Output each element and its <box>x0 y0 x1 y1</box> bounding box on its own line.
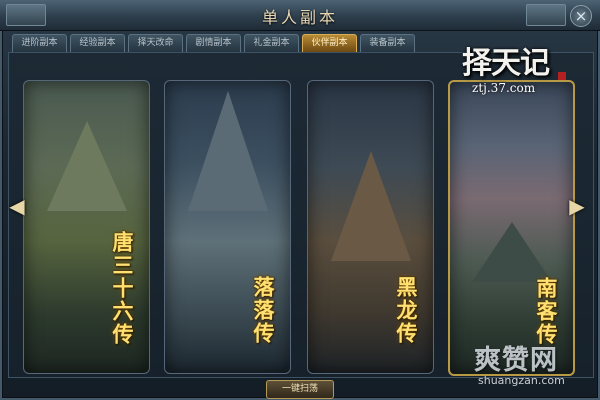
logo-url: ztj.37.com <box>472 81 536 95</box>
dungeon-card-luoluo[interactable]: 落落传 <box>164 80 291 374</box>
tab-equipment-dungeon[interactable]: 装备副本 <box>360 34 415 52</box>
tab-gift-dungeon[interactable]: 礼金副本 <box>244 34 299 52</box>
scene-peak <box>46 121 127 211</box>
dungeon-card-nanke[interactable]: 南客传 <box>448 80 575 376</box>
window-title: 单人副本 <box>261 8 338 27</box>
game-logo: 择天记 ztj.37.com <box>456 34 596 104</box>
tab-bar: 进阶副本 经验副本 择天改命 剧情副本 礼金副本 伙伴副本 装备副本 <box>12 34 415 52</box>
dungeon-card-title: 黑龙传 <box>394 276 418 345</box>
tab-story-dungeon[interactable]: 剧情副本 <box>186 34 241 52</box>
close-button[interactable]: × <box>570 5 592 27</box>
watermark-text: 爽赞网 <box>474 345 558 376</box>
chevron-right-icon[interactable]: ▶ <box>569 195 585 217</box>
scene-cliff <box>471 222 552 282</box>
dungeon-card-heilong[interactable]: 黑龙传 <box>307 80 434 374</box>
dungeon-card-title: 落落传 <box>251 276 275 345</box>
chevron-left-icon[interactable]: ◀ <box>9 195 25 217</box>
tab-advanced-dungeon[interactable]: 进阶副本 <box>12 34 67 52</box>
title-ornament-right <box>526 4 566 26</box>
dungeon-window: 单人副本 × 进阶副本 经验副本 择天改命 剧情副本 礼金副本 伙伴副本 装备副… <box>0 0 600 400</box>
dungeon-card-tang[interactable]: 唐三十六传 <box>23 80 150 374</box>
logo-seal-icon <box>558 72 566 80</box>
dungeon-card-title: 南客传 <box>534 277 558 346</box>
dungeon-card-title: 唐三十六传 <box>110 231 134 346</box>
scene-rock <box>330 151 411 261</box>
tab-partner-dungeon[interactable]: 伙伴副本 <box>302 34 357 52</box>
watermark-url: shuangzan.com <box>478 374 565 387</box>
tab-fate-dungeon[interactable]: 择天改命 <box>128 34 183 52</box>
logo-text: 择天记 <box>462 46 550 81</box>
scene-peak <box>187 91 268 211</box>
tab-exp-dungeon[interactable]: 经验副本 <box>70 34 125 52</box>
site-watermark: 爽赞网 shuangzan.com <box>470 338 598 398</box>
title-bar: 单人副本 × <box>0 0 600 31</box>
one-click-sweep-button[interactable]: 一键扫荡 <box>266 380 334 399</box>
